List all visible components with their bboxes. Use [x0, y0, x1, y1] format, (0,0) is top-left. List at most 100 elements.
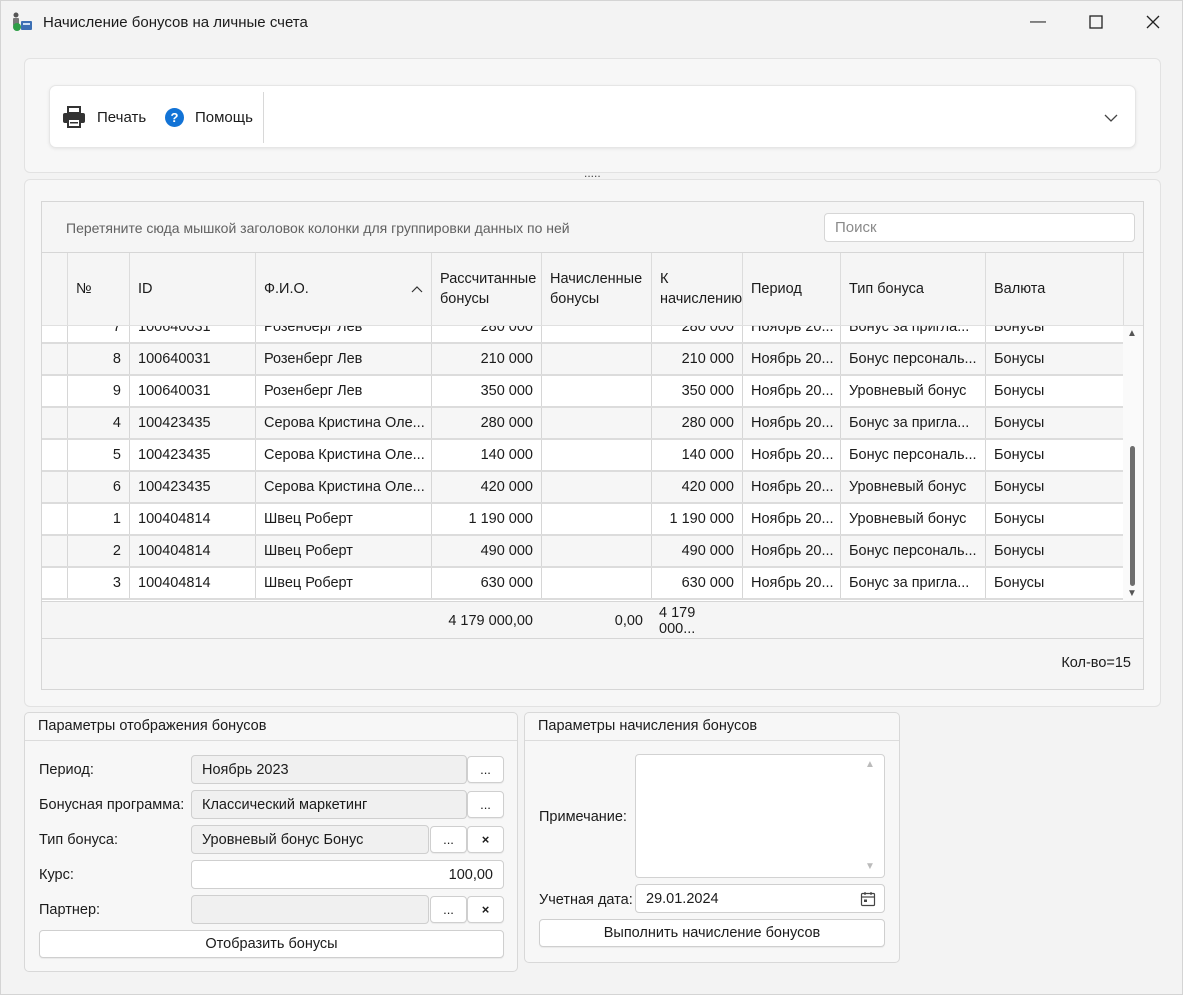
splitter-handle[interactable]: ..... — [584, 167, 601, 179]
bonus-type-label: Тип бонуса: — [39, 832, 119, 848]
cell-period: Ноябрь 20... — [742, 408, 840, 438]
printer-icon — [63, 106, 85, 128]
period-field[interactable]: Ноябрь 2023 — [191, 755, 467, 784]
table-row[interactable]: 3 100404814 Швец Роберт 630 000 630 000 Ноябр… — [42, 568, 1123, 600]
help-button[interactable]: ? Помощь — [165, 102, 253, 132]
header-currency[interactable]: Валюта — [985, 253, 1123, 325]
cell-type: Уровневый бонус — [840, 376, 985, 406]
display-params-group: Параметры отображения бонусов Период: Но… — [24, 712, 518, 972]
header-bonus-type[interactable]: Тип бонуса — [840, 253, 985, 325]
scrollbar-thumb[interactable] — [1130, 446, 1135, 586]
cell-num: 1 — [67, 504, 129, 534]
table-row[interactable]: 1 100404814 Швец Роберт 1 190 000 1 190 000 Н… — [42, 504, 1123, 536]
cell-fio: Швец Роберт — [255, 504, 431, 534]
cell-calc: 280 000 — [431, 408, 541, 438]
cell-period: Ноябрь 20... — [742, 472, 840, 502]
table-row[interactable]: 4 100423435 Серова Кристина Оле... 280 000 2… — [42, 408, 1123, 440]
cell-calc: 420 000 — [431, 472, 541, 502]
header-fio[interactable]: Ф.И.О. — [255, 253, 431, 325]
cell-currency: Бонусы — [985, 326, 1123, 342]
window-title: Начисление бонусов на личные счета — [43, 14, 308, 31]
calendar-icon[interactable] — [860, 891, 876, 907]
cell-accrued — [541, 326, 651, 342]
search-input[interactable]: Поиск — [824, 213, 1135, 242]
header-calculated[interactable]: Рассчитанные бонусы — [431, 253, 541, 325]
cell-currency: Бонусы — [985, 472, 1123, 502]
table-row[interactable]: 5 100423435 Серова Кристина Оле... 140 000 1… — [42, 440, 1123, 472]
cell-currency: Бонусы — [985, 344, 1123, 374]
date-label: Учетная дата: — [539, 892, 633, 908]
bonus-type-browse-button[interactable]: ... — [430, 826, 467, 853]
header-id[interactable]: ID — [129, 253, 255, 325]
ribbon-toolbar: Печать ? Помощь — [49, 85, 1136, 148]
cell-type: Бонус за пригла... — [840, 568, 985, 598]
header-period[interactable]: Период — [742, 253, 840, 325]
minimize-button[interactable]: — — [1009, 1, 1067, 43]
grid-rows: 7 100640031 Розенберг Лев 280 000 280 000 Ноя… — [42, 326, 1123, 601]
partner-browse-button[interactable]: ... — [430, 896, 467, 923]
header-to-accrue[interactable]: К начислению — [651, 253, 742, 325]
cell-period: Ноябрь 20... — [742, 344, 840, 374]
cell-type: Бонус за пригла... — [840, 408, 985, 438]
grid-header: № ID Ф.И.О. Рассчитанные бонусы Начислен… — [42, 252, 1143, 326]
table-row[interactable]: 7 100640031 Розенберг Лев 280 000 280 000 Ноя… — [42, 326, 1123, 344]
grid-totals: 4 179 000,00 0,00 4 179 000... — [42, 601, 1143, 639]
cell-type: Уровневый бонус — [840, 472, 985, 502]
accrual-params-group: Параметры начисления бонусов Примечание:… — [524, 712, 900, 963]
cell-to-accrue: 490 000 — [651, 536, 742, 566]
display-params-title: Параметры отображения бонусов — [38, 718, 267, 734]
cell-accrued — [541, 376, 651, 406]
cell-id: 100404814 — [129, 504, 255, 534]
show-bonuses-button[interactable]: Отобразить бонусы — [39, 930, 504, 958]
bonus-grid: Перетяните сюда мышкой заголовок колонки… — [41, 201, 1144, 690]
close-icon — [1146, 15, 1160, 29]
cell-fio: Швец Роберт — [255, 568, 431, 598]
period-browse-button[interactable]: ... — [467, 756, 504, 783]
title-bar: Начисление бонусов на личные счета — — [1, 1, 1182, 43]
print-button[interactable]: Печать — [62, 102, 146, 132]
row-indicator — [42, 326, 67, 342]
cell-fio: Розенберг Лев — [255, 376, 431, 406]
cell-num: 2 — [67, 536, 129, 566]
run-accrual-button[interactable]: Выполнить начисление бонусов — [539, 919, 885, 947]
partner-field[interactable] — [191, 895, 429, 924]
cell-currency: Бонусы — [985, 408, 1123, 438]
cell-period: Ноябрь 20... — [742, 504, 840, 534]
cell-to-accrue: 280 000 — [651, 408, 742, 438]
textarea-scroll-down-icon: ▼ — [865, 861, 875, 872]
program-browse-button[interactable]: ... — [467, 791, 504, 818]
scroll-down-icon[interactable]: ▼ — [1127, 588, 1137, 599]
header-num[interactable]: № — [67, 253, 129, 325]
cell-to-accrue: 350 000 — [651, 376, 742, 406]
cell-id: 100423435 — [129, 408, 255, 438]
note-textarea[interactable]: ▲ ▼ — [635, 754, 885, 878]
cell-calc: 350 000 — [431, 376, 541, 406]
table-row[interactable]: 9 100640031 Розенберг Лев 350 000 350 000 Ноя… — [42, 376, 1123, 408]
cell-calc: 1 190 000 — [431, 504, 541, 534]
textarea-scroll-up-icon: ▲ — [865, 759, 875, 770]
date-field[interactable]: 29.01.2024 — [635, 884, 885, 913]
cell-to-accrue: 1 190 000 — [651, 504, 742, 534]
bonus-type-field[interactable]: Уровневый бонус Бонус — [191, 825, 429, 854]
program-field[interactable]: Классический маркетинг — [191, 790, 467, 819]
group-divider — [525, 740, 899, 741]
cell-type: Бонус за пригла... — [840, 326, 985, 342]
cell-to-accrue: 630 000 — [651, 568, 742, 598]
chevron-down-icon[interactable] — [1104, 113, 1118, 123]
table-row[interactable]: 6 100423435 Серова Кристина Оле... 420 000 4… — [42, 472, 1123, 504]
app-icon — [13, 12, 32, 31]
total-accrued: 0,00 — [614, 613, 643, 629]
bonus-type-clear-button[interactable]: × — [467, 826, 504, 853]
cell-accrued — [541, 504, 651, 534]
rate-field[interactable]: 100,00 — [191, 860, 504, 889]
cell-currency: Бонусы — [985, 440, 1123, 470]
header-accrued[interactable]: Начисленные бонусы — [541, 253, 651, 325]
table-row[interactable]: 8 100640031 Розенберг Лев 210 000 210 000 Ноя… — [42, 344, 1123, 376]
scroll-up-icon[interactable]: ▲ — [1127, 328, 1137, 339]
toolbar-separator — [263, 92, 264, 143]
maximize-button[interactable] — [1067, 1, 1125, 43]
partner-clear-button[interactable]: × — [467, 896, 504, 923]
table-row[interactable]: 2 100404814 Швец Роберт 490 000 490 000 Ноябр… — [42, 536, 1123, 568]
vertical-scrollbar[interactable]: ▲ ▼ — [1123, 326, 1143, 601]
close-button[interactable] — [1124, 1, 1182, 43]
